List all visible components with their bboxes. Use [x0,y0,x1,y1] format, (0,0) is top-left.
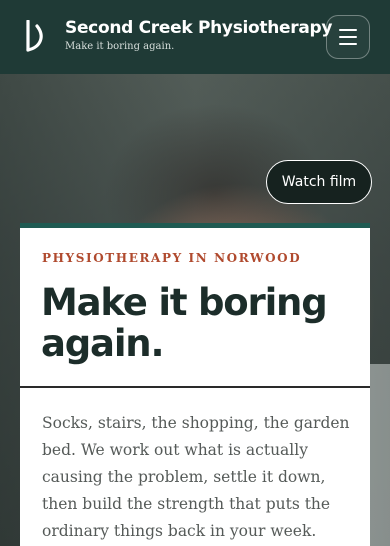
hamburger-menu-icon [339,36,357,38]
brand-tagline: Make it boring again. [65,41,175,52]
eyebrow-label: PHYSIOTHERAPY IN NORWOOD [42,251,302,265]
hamburger-menu-icon [339,43,357,45]
divider [20,386,370,388]
creek-d-logo-icon[interactable] [25,20,47,53]
menu-button[interactable] [326,15,370,59]
hero-card: PHYSIOTHERAPY IN NORWOOD Make it boring … [20,223,370,546]
site-header: Second Creek Physiotherapy Make it borin… [0,0,390,74]
watch-film-button[interactable]: Watch film [266,160,372,204]
hamburger-menu-icon [339,29,357,31]
intro-paragraph: Socks, stairs, the shopping, the garden … [42,414,350,540]
page-title: Make it boring again. [41,281,328,365]
brand-name[interactable]: Second Creek Physiotherapy [65,18,333,38]
